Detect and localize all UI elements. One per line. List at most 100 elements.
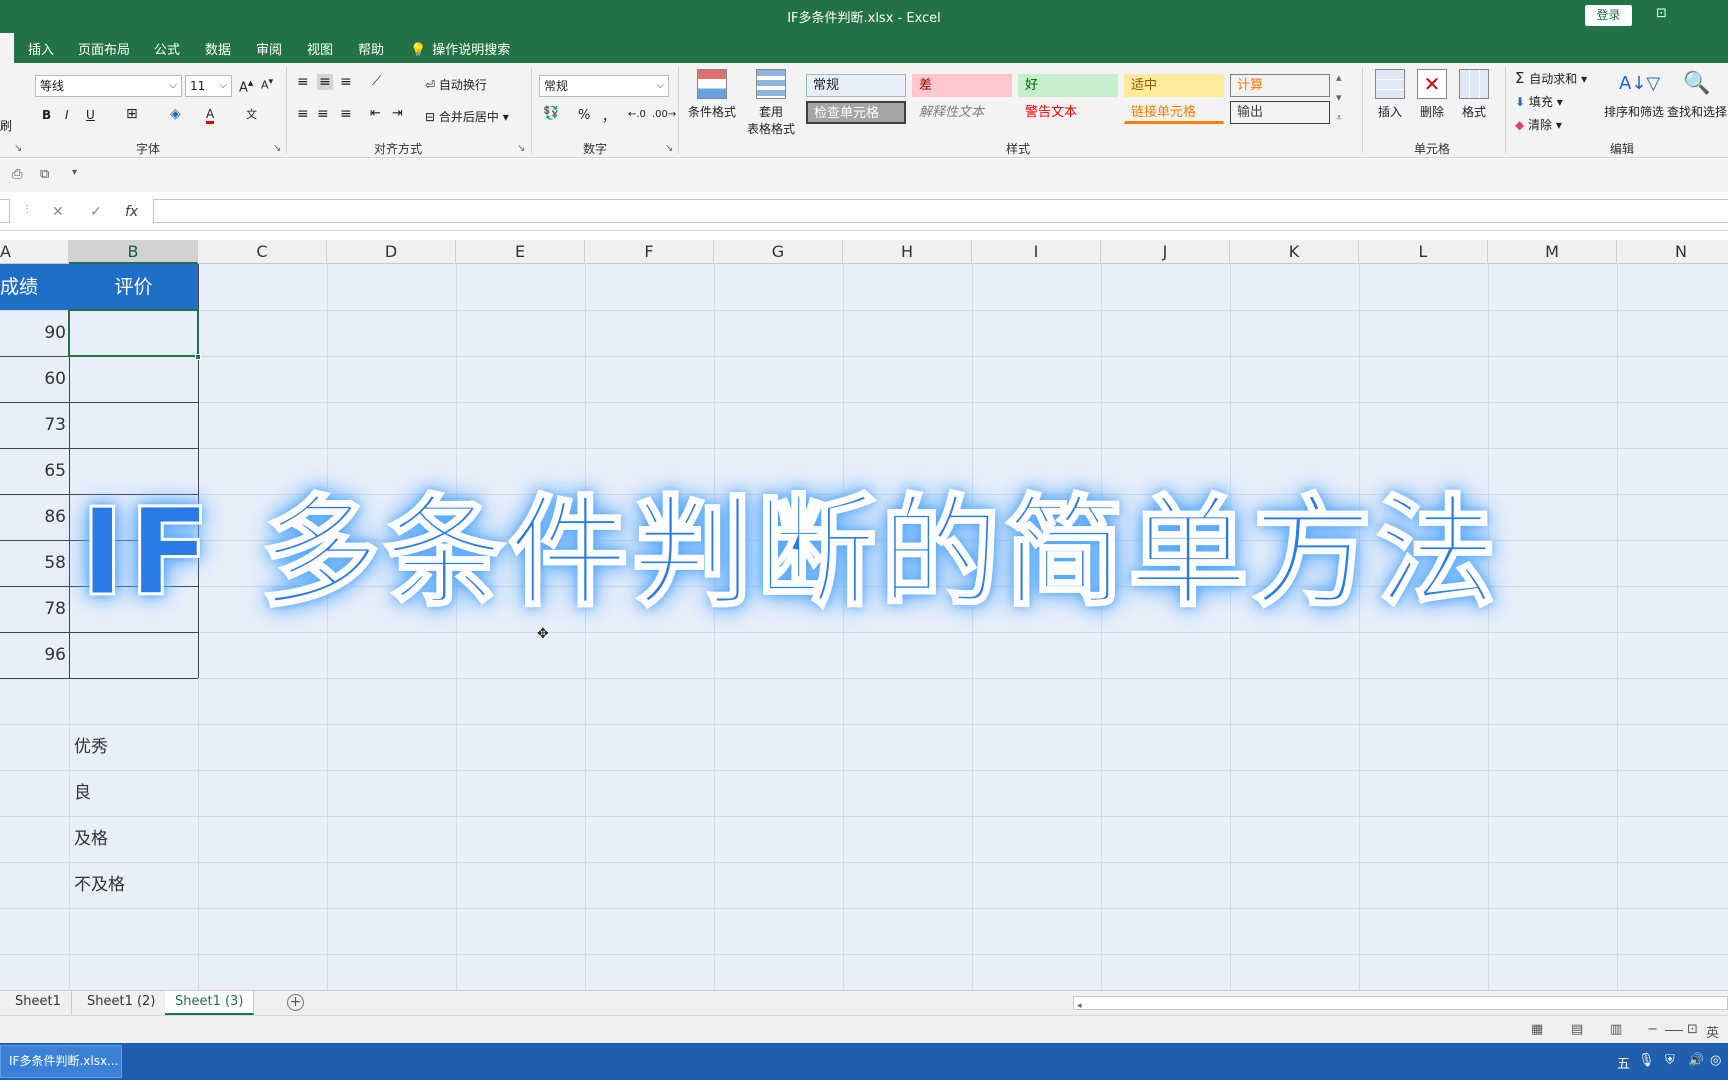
tray-app-icon[interactable]: ◎ [1710, 1053, 1721, 1068]
column-header-n[interactable]: N [1617, 240, 1728, 264]
increase-indent-icon[interactable]: ⇥ [392, 106, 403, 121]
level-cell[interactable]: 良 [74, 770, 91, 816]
column-header-f[interactable]: F [585, 240, 714, 264]
score-cell[interactable]: 60 [0, 356, 69, 402]
column-header-h[interactable]: H [843, 240, 972, 264]
currency-icon[interactable]: 💱 [543, 106, 559, 121]
ribbon-display-options-icon[interactable]: ⊡ [1656, 6, 1667, 21]
customize-qat-icon[interactable]: ▾ [72, 167, 77, 178]
decrease-indent-icon[interactable]: ⇤ [370, 106, 381, 121]
format-cells-button[interactable]: 格式 [1454, 69, 1494, 120]
number-launcher-icon[interactable]: ↘ [665, 143, 673, 154]
score-cell[interactable]: 86 [0, 494, 69, 540]
tab-data[interactable]: 数据 [205, 39, 231, 58]
fill-handle[interactable] [195, 354, 201, 360]
tab-help[interactable]: 帮助 [358, 39, 384, 58]
column-header-g[interactable]: G [714, 240, 843, 264]
column-header-c[interactable]: C [198, 240, 327, 264]
percent-button[interactable]: % [578, 108, 590, 123]
tab-review[interactable]: 审阅 [256, 39, 282, 58]
align-left-icon[interactable]: ≡ [297, 106, 309, 122]
zoom-out-icon[interactable]: − [1647, 1022, 1658, 1037]
style-output[interactable]: 输出 [1230, 101, 1330, 124]
increase-decimal-icon[interactable]: ←.0 [628, 109, 646, 120]
number-format-select[interactable]: 常规 ⌵ [539, 75, 669, 97]
page-layout-view-icon[interactable]: ▤ [1571, 1022, 1583, 1037]
score-cell[interactable]: 90 [0, 310, 69, 356]
font-size-select[interactable]: 11 ⌵ [185, 75, 232, 97]
align-right-icon[interactable]: ≡ [340, 106, 352, 122]
autosum-button[interactable]: Σ 自动求和 ▾ [1515, 69, 1587, 87]
column-header-d[interactable]: D [327, 240, 456, 264]
tell-me-search[interactable]: 💡 操作说明搜索 [410, 39, 510, 58]
scroll-left-icon[interactable]: ◂ [1074, 1001, 1082, 1011]
gallery-more-icon[interactable]: ⩡ [1336, 111, 1342, 125]
zoom-slider[interactable] [1665, 1030, 1683, 1031]
font-launcher-icon[interactable]: ↘ [273, 143, 281, 154]
tab-page-layout[interactable]: 页面布局 [78, 39, 130, 58]
ime-icon[interactable]: ⊡ [1687, 1022, 1698, 1037]
page-break-view-icon[interactable]: ▥ [1610, 1022, 1622, 1037]
font-color-button[interactable]: A [206, 107, 215, 124]
score-cell[interactable]: 73 [0, 402, 69, 448]
bold-button[interactable]: B [42, 108, 51, 122]
style-bad[interactable]: 差 [912, 74, 1012, 97]
microphone-icon[interactable]: 🎙 [1638, 1053, 1655, 1068]
align-center-icon[interactable]: ≡ [317, 106, 329, 122]
tray-ime[interactable]: 五 [1617, 1053, 1630, 1072]
level-cell[interactable]: 优秀 [74, 724, 108, 770]
style-calc[interactable]: 计算 [1230, 74, 1330, 97]
quick-access-icon[interactable]: ⧉ [40, 167, 49, 182]
clipboard-launcher-icon[interactable]: ↘ [14, 143, 22, 154]
tab-formulas[interactable]: 公式 [154, 39, 180, 58]
column-header-b[interactable]: B [69, 240, 198, 264]
score-cell[interactable]: 78 [0, 586, 69, 632]
tab-view[interactable]: 视图 [307, 39, 333, 58]
align-launcher-icon[interactable]: ↘ [517, 143, 525, 154]
fill-button[interactable]: ⬇ 填充 ▾ [1515, 93, 1563, 110]
active-cell-b2[interactable] [68, 309, 199, 357]
format-painter-partial[interactable]: 刷 [0, 117, 12, 134]
find-select-button[interactable]: 🔍 查找和选择 [1666, 69, 1728, 120]
clear-button[interactable]: ◆ 清除 ▾ [1515, 116, 1562, 133]
print-preview-icon[interactable]: ⎙ [12, 167, 22, 182]
sheet-tab-active[interactable]: Sheet1 (3) [165, 991, 255, 1015]
decrease-font-icon[interactable]: A▾ [261, 76, 273, 92]
style-normal[interactable]: 常规 [806, 74, 906, 97]
orientation-icon[interactable]: ⟋ [372, 74, 381, 89]
sheet-tab[interactable]: Sheet1 [5, 991, 72, 1015]
column-header-i[interactable]: I [972, 240, 1101, 264]
column-header-j[interactable]: J [1101, 240, 1230, 264]
add-sheet-icon[interactable]: + [287, 994, 304, 1011]
delete-cells-button[interactable]: ✕ 删除 [1412, 69, 1452, 120]
taskbar-excel-item[interactable]: IF多条件判断.xlsx... [0, 1045, 122, 1078]
phonetic-icon[interactable]: 文 [246, 106, 257, 122]
style-linked[interactable]: 链接单元格 [1124, 101, 1224, 124]
insert-cells-button[interactable]: 插入 [1370, 69, 1410, 120]
italic-button[interactable]: I [65, 108, 69, 122]
formula-input[interactable] [153, 199, 1728, 223]
shield-icon[interactable]: ⛨ [1665, 1053, 1675, 1068]
score-cell[interactable]: 58 [0, 540, 69, 586]
align-bottom-icon[interactable]: ≡ [340, 74, 352, 90]
format-as-table-button[interactable]: 套用 表格格式 [740, 69, 802, 137]
cancel-icon[interactable]: ✕ [52, 204, 64, 220]
borders-icon[interactable]: ⊞ [126, 106, 138, 122]
underline-button[interactable]: U [86, 108, 95, 122]
column-header-l[interactable]: L [1359, 240, 1488, 264]
align-middle-icon[interactable]: ≡ [317, 74, 333, 90]
tab-insert[interactable]: 插入 [28, 39, 54, 58]
score-cell[interactable]: 65 [0, 448, 69, 494]
ime-language[interactable]: 英 [1706, 1022, 1719, 1041]
insert-function-icon[interactable]: fx [125, 204, 138, 220]
gallery-up-icon[interactable]: ▴ [1336, 71, 1342, 84]
level-cell[interactable]: 不及格 [74, 862, 125, 908]
style-good[interactable]: 好 [1018, 74, 1118, 97]
column-header-k[interactable]: K [1230, 240, 1359, 264]
volume-icon[interactable]: 🔊 [1688, 1053, 1704, 1068]
normal-view-icon[interactable]: ▦ [1531, 1022, 1543, 1037]
conditional-format-button[interactable]: 条件格式 [686, 69, 738, 120]
comma-button[interactable]: ， [602, 106, 615, 125]
header-cell-score[interactable]: 成绩 [0, 264, 69, 310]
login-button[interactable]: 登录 [1585, 5, 1632, 26]
